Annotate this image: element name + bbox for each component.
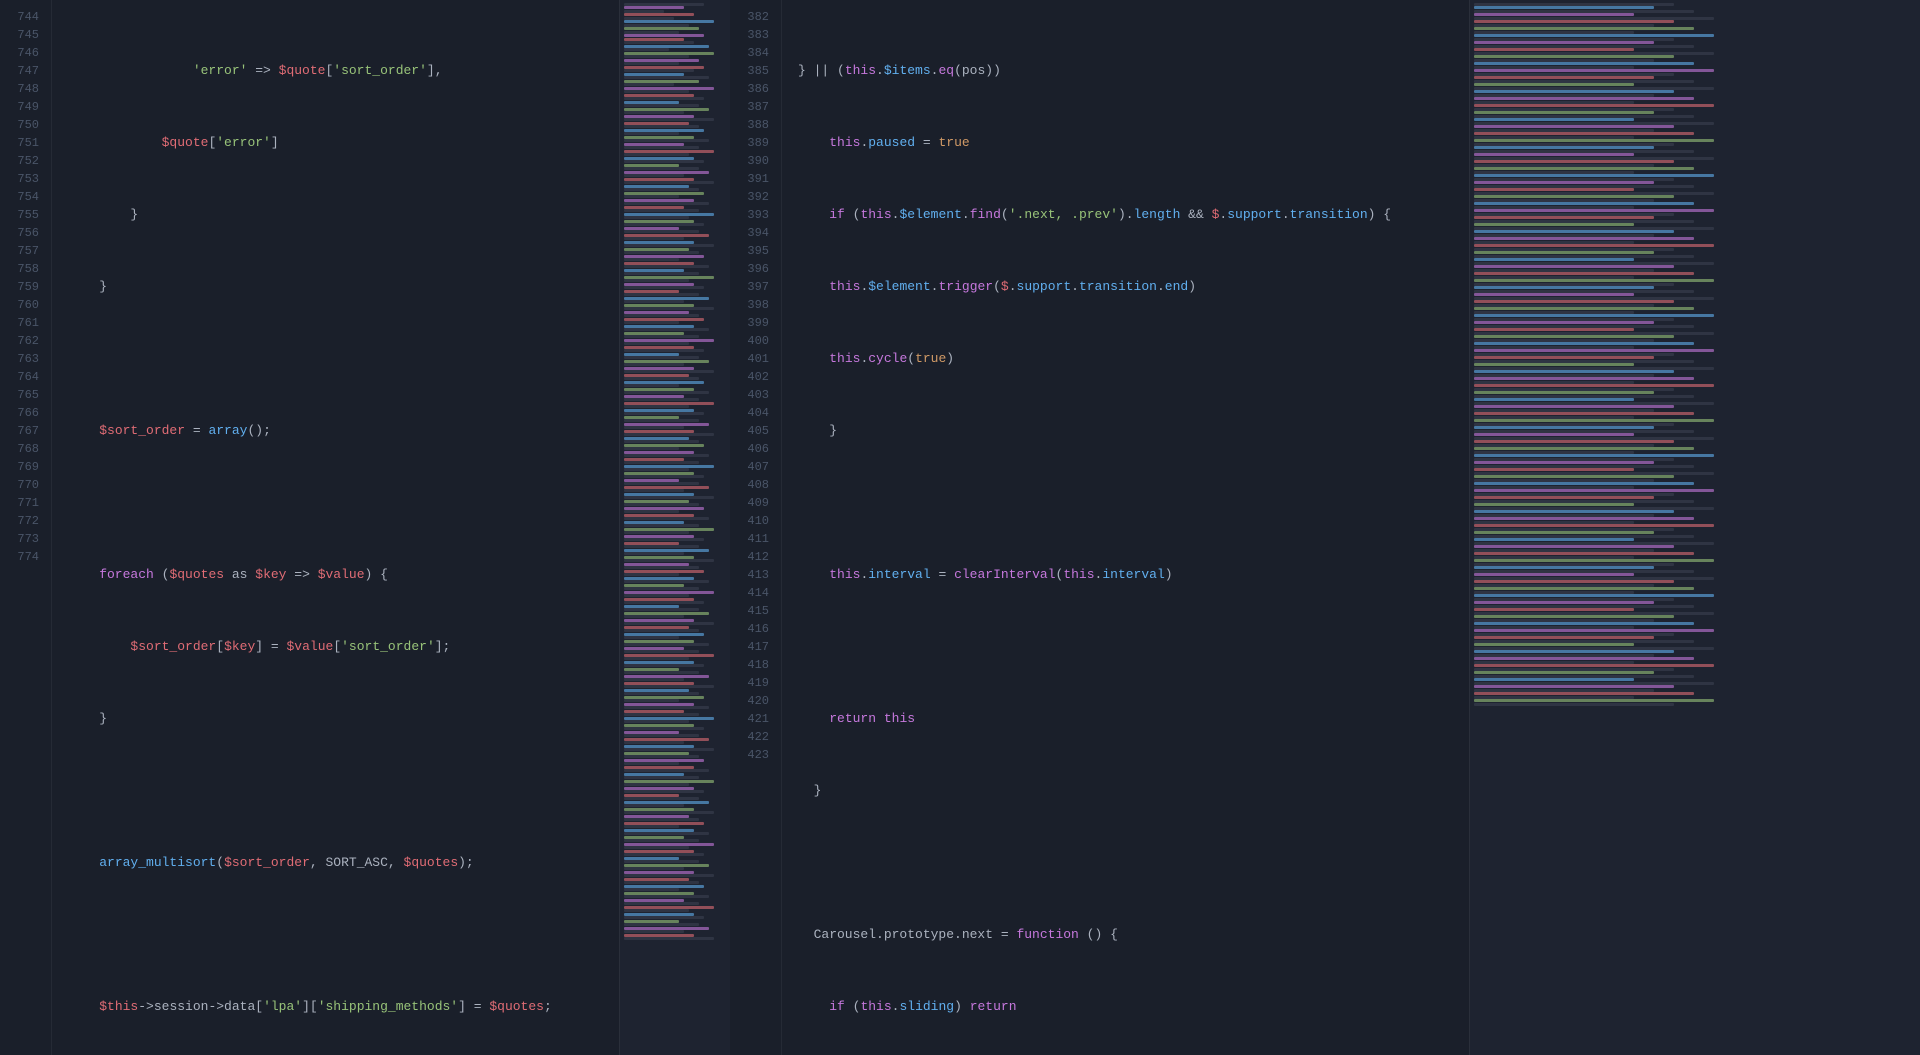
right-minimap-content bbox=[1470, 0, 1920, 708]
right-line-numbers: 382 383 384 385 386 387 388 389 390 391 … bbox=[730, 0, 782, 1055]
js-code-panel[interactable]: 382 383 384 385 386 387 388 389 390 391 … bbox=[730, 0, 1470, 1055]
js-code-area[interactable]: } || (this.$items.eq(pos)) this.paused =… bbox=[782, 0, 1469, 1055]
left-line-numbers: 744 745 746 747 748 749 750 751 752 753 … bbox=[0, 0, 52, 1055]
php-code-area[interactable]: 'error' => $quote['sort_order'], $quote[… bbox=[52, 0, 619, 1055]
right-minimap[interactable] bbox=[1470, 0, 1920, 1055]
editor-container: 744 745 746 747 748 749 750 751 752 753 … bbox=[0, 0, 1920, 1055]
left-minimap[interactable] bbox=[620, 0, 730, 1055]
php-code-panel[interactable]: 744 745 746 747 748 749 750 751 752 753 … bbox=[0, 0, 620, 1055]
left-minimap-content bbox=[620, 0, 730, 943]
